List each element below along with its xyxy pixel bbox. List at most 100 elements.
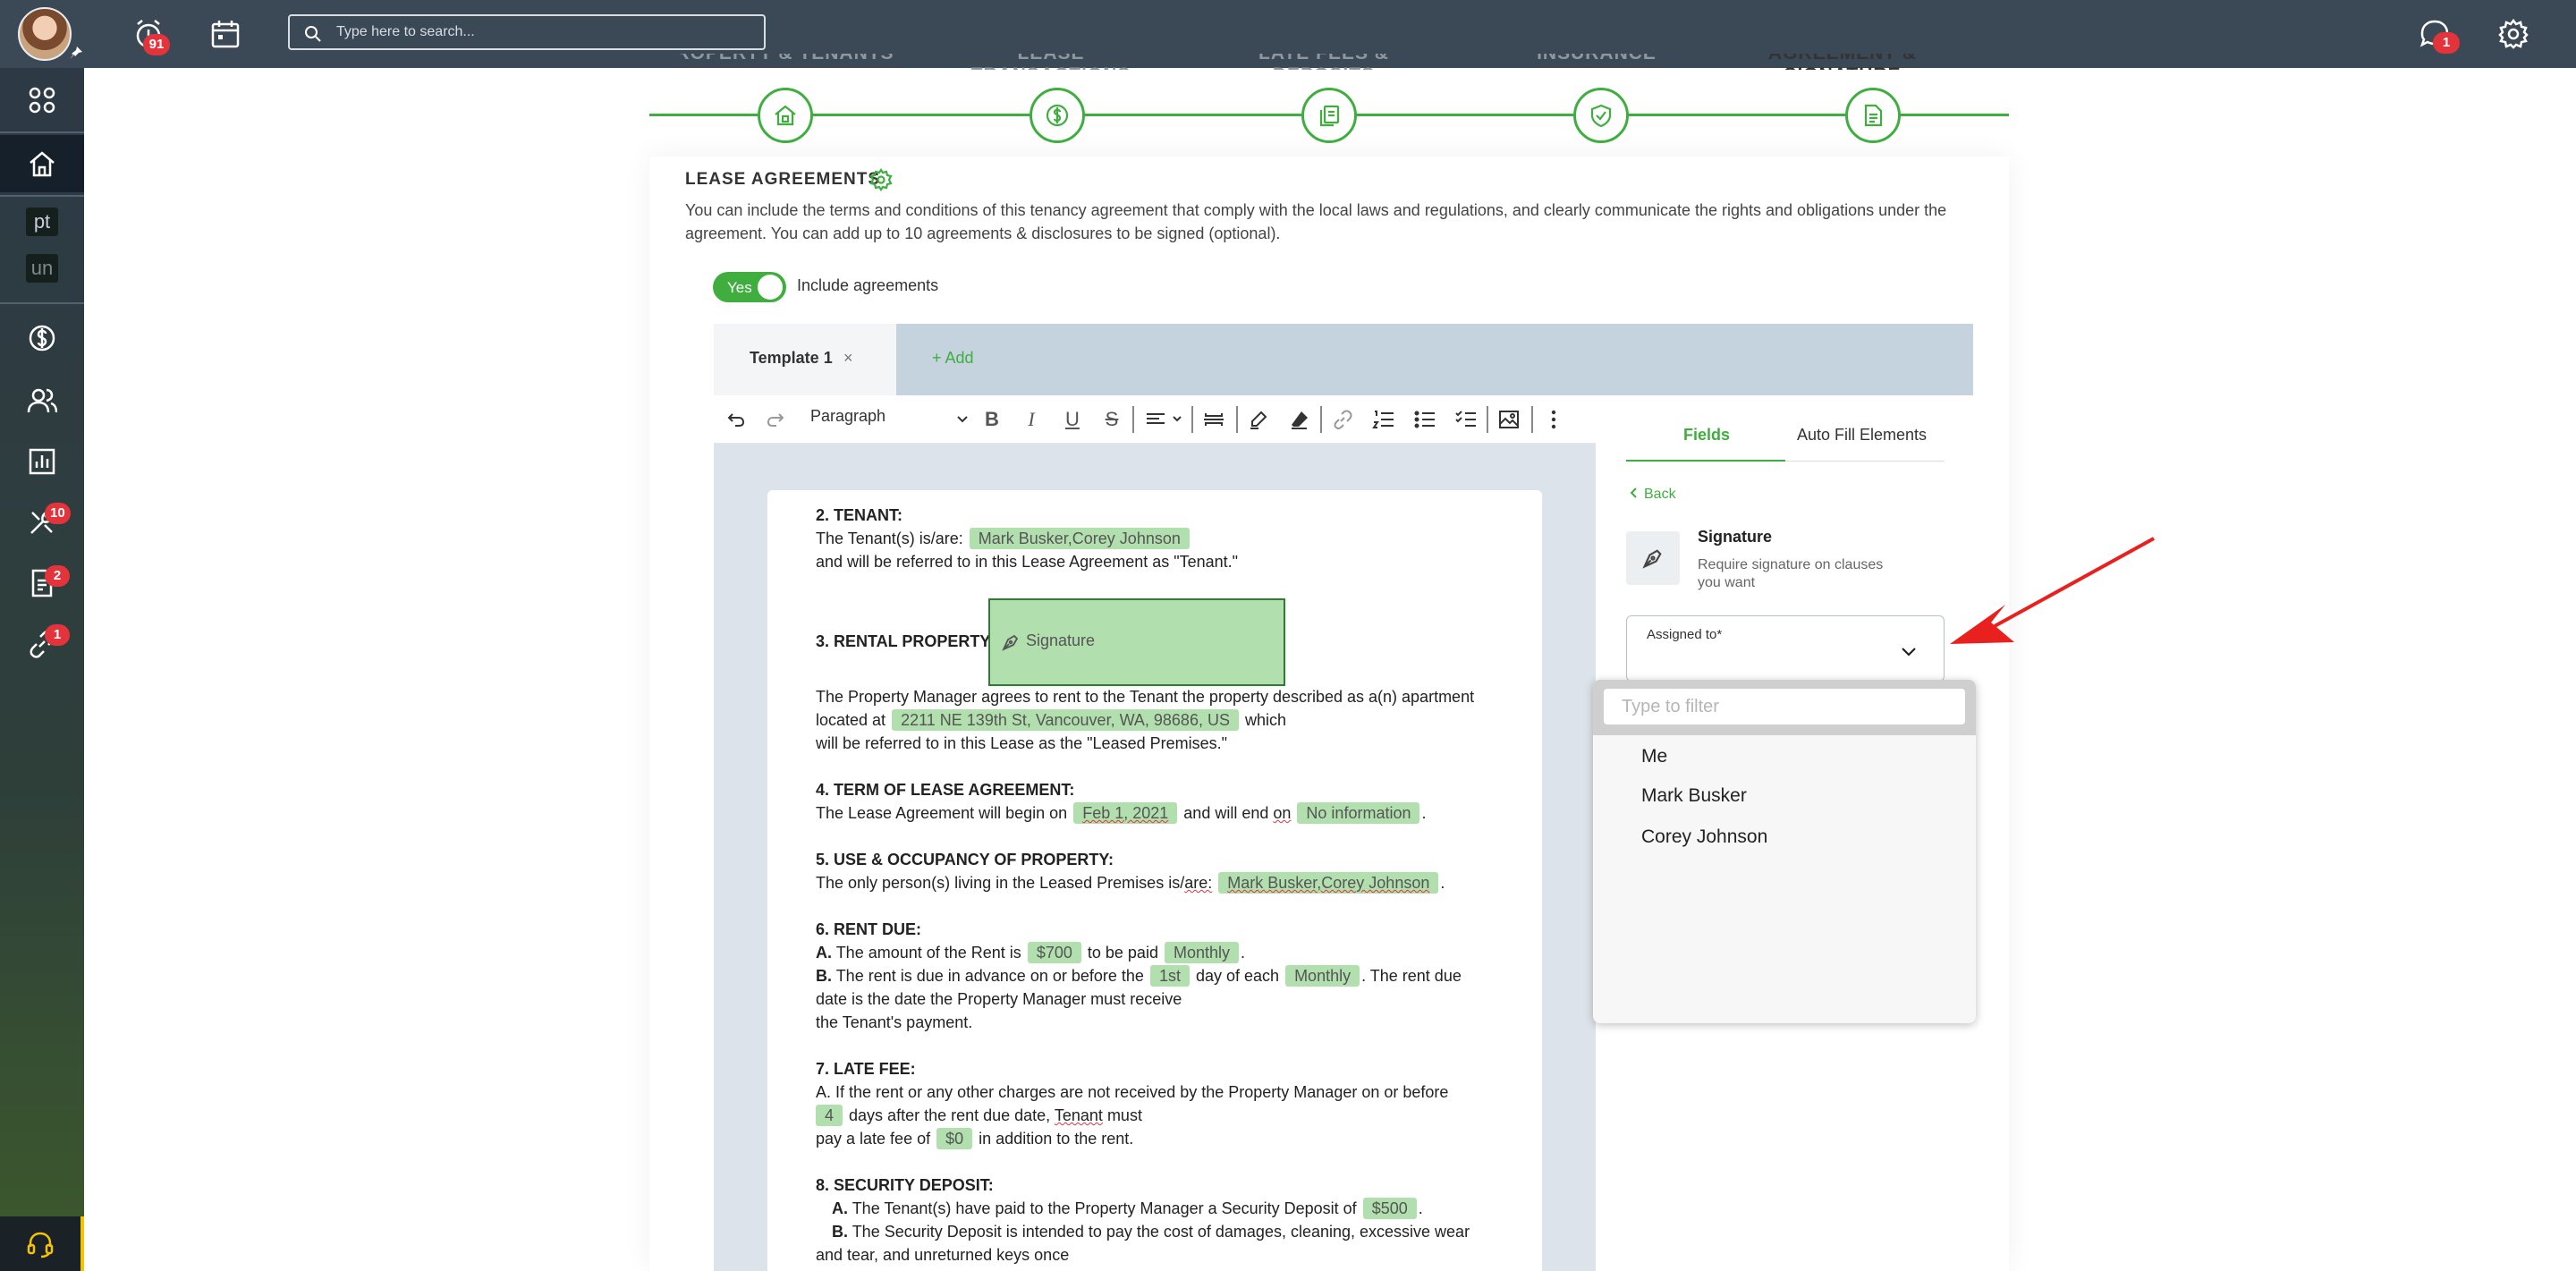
doc-rent-b-line3: the Tenant's payment. [816, 1013, 973, 1031]
rent-amount-field[interactable]: $700 [1027, 942, 1081, 963]
doc-late-heading: 7. LATE FEE: [816, 1060, 916, 1078]
start-date-field[interactable]: Feb 1, 2021 [1073, 802, 1178, 824]
home-icon [30, 151, 55, 177]
italic-button[interactable]: I [1018, 395, 1045, 444]
end-date-field[interactable]: No information [1297, 802, 1420, 824]
toolbar-divider [1531, 406, 1533, 433]
horizontal-line-button[interactable] [1200, 395, 1227, 444]
dropdown-option-mark-busker[interactable]: Mark Busker [1641, 785, 1747, 807]
signature-field[interactable]: Signature [988, 598, 1285, 686]
filter-input[interactable] [1604, 689, 1965, 724]
checklist-button[interactable] [1453, 395, 1479, 444]
user-avatar[interactable] [18, 7, 72, 61]
link-button[interactable] [1329, 395, 1356, 444]
sidebar-item-payments[interactable] [0, 309, 84, 367]
numbered-list-button[interactable] [1370, 395, 1397, 444]
bullet-list-button[interactable] [1411, 395, 1438, 444]
toolbar-divider [1320, 406, 1322, 433]
sidebar-item-links[interactable] [0, 615, 84, 673]
sidebar-item-home[interactable] [0, 135, 84, 192]
panel-tab-active-indicator [1626, 460, 1785, 462]
dropdown-option-me[interactable]: Me [1641, 746, 1667, 767]
doc-use-line: The only person(s) living in the Leased … [816, 872, 1445, 894]
tab-fields[interactable]: Fields [1683, 426, 1730, 445]
due-day-field[interactable]: 1st [1149, 965, 1190, 987]
toggle-knob [758, 275, 783, 300]
undo-icon [727, 413, 745, 427]
dollar-circle-icon [1046, 104, 1069, 127]
back-label: Back [1644, 487, 1676, 502]
redo-button[interactable] [762, 395, 789, 444]
doc-tenant-line: The Tenant(s) is/are: Mark Busker,Corey … [816, 527, 1191, 550]
bold-button[interactable]: B [979, 395, 1005, 444]
doc-deposit-a-line: A. The Tenant(s) have paid to the Proper… [832, 1198, 1423, 1219]
rent-frequency-field[interactable]: Monthly [1164, 942, 1240, 963]
step-property[interactable] [758, 88, 813, 143]
sidebar-item-reports[interactable] [0, 433, 84, 490]
doc-rental-line1: The Property Manager agrees to rent to t… [816, 688, 1475, 706]
support-button[interactable] [0, 1216, 84, 1271]
signature-field-icon-box [1626, 531, 1680, 585]
step-label-1: PROPERTY & TENANTS [680, 54, 894, 64]
sidebar-divider [0, 302, 84, 304]
underline-button[interactable]: U [1059, 395, 1086, 444]
search-box [288, 14, 766, 50]
address-field[interactable]: 2211 NE 139th St, Vancouver, WA, 98686, … [892, 709, 1239, 731]
tab-auto-fill-elements[interactable]: Auto Fill Elements [1797, 426, 1927, 445]
doc-tenant-heading: 2. TENANT: [816, 506, 903, 524]
insert-image-button[interactable] [1496, 395, 1522, 444]
add-template-button[interactable]: + Add [932, 349, 974, 368]
sidebar-item-documents[interactable] [0, 555, 84, 612]
highlight-button[interactable] [1245, 395, 1272, 444]
search-input[interactable] [336, 22, 748, 42]
include-agreements-toggle[interactable]: Yes [713, 272, 786, 302]
clear-format-button[interactable] [1286, 395, 1313, 444]
bullet-list-icon [1414, 411, 1435, 428]
calendar-icon[interactable] [208, 16, 243, 52]
doc-rent-b-line2: date is the date the Property Manager mu… [816, 990, 1182, 1008]
doc-late-line3: pay a late fee of $0 in addition to the … [816, 1128, 1134, 1149]
block-style-chevron-icon[interactable] [953, 395, 971, 444]
sidebar-item-pt[interactable]: pt [0, 199, 84, 245]
deposit-amount-field[interactable]: $500 [1362, 1198, 1417, 1219]
block-style-select[interactable]: Paragraph [810, 407, 886, 426]
toolbar-divider [1132, 406, 1134, 433]
house-icon [775, 105, 796, 126]
dropdown-option-corey-johnson[interactable]: Corey Johnson [1641, 826, 1767, 848]
occupants-field[interactable]: Mark Busker,Corey Johnson [1218, 872, 1439, 894]
due-period-field[interactable]: Monthly [1285, 965, 1360, 987]
assigned-to-select[interactable]: Assigned to* [1626, 615, 1945, 682]
step-transactions[interactable] [1030, 88, 1085, 143]
doc-term-line: The Lease Agreement will begin on Feb 1,… [816, 802, 1427, 824]
sidebar-item-people[interactable] [0, 372, 84, 429]
copy-document-icon [1319, 105, 1340, 127]
tab-template-1-label: Template 1 [750, 349, 833, 367]
sidebar-item-maintenance[interactable] [0, 494, 84, 551]
gear-icon[interactable] [2496, 16, 2531, 52]
sidebar-item-un[interactable]: un [0, 245, 84, 292]
late-days-field[interactable]: 4 [816, 1105, 843, 1126]
field-type-description: Require signature on clauses you want [1698, 557, 1884, 590]
doc-tenant-line2: and will be referred to in this Lease Ag… [816, 553, 1239, 571]
step-label-3: LATE FEES & DEPOSITS [1208, 54, 1440, 70]
back-link[interactable]: Back [1630, 487, 1676, 503]
align-dropdown-button[interactable] [1141, 395, 1188, 444]
align-left-icon [1147, 413, 1182, 424]
settings-gear-icon[interactable] [869, 168, 893, 196]
strikethrough-button[interactable]: S [1098, 395, 1125, 444]
sidebar-item-apps[interactable] [0, 72, 84, 129]
toolbar-divider [1487, 406, 1488, 433]
doc-rental-heading: 3. RENTAL PROPERTY: [816, 632, 996, 650]
tenant-names-field[interactable]: Mark Busker,Corey Johnson [969, 528, 1190, 549]
more-options-button[interactable] [1540, 395, 1567, 444]
late-fee-field[interactable]: $0 [936, 1128, 973, 1149]
dollar-icon [29, 325, 55, 352]
tab-close-button[interactable]: × [843, 349, 853, 368]
toggle-label: Include agreements [797, 276, 939, 294]
horizontal-line-icon [1204, 413, 1224, 426]
search-icon [305, 26, 321, 42]
step-fees-deposits[interactable] [1301, 88, 1357, 143]
step-insurance[interactable] [1573, 88, 1629, 143]
step-agreement[interactable] [1845, 88, 1901, 143]
undo-button[interactable] [723, 395, 750, 444]
